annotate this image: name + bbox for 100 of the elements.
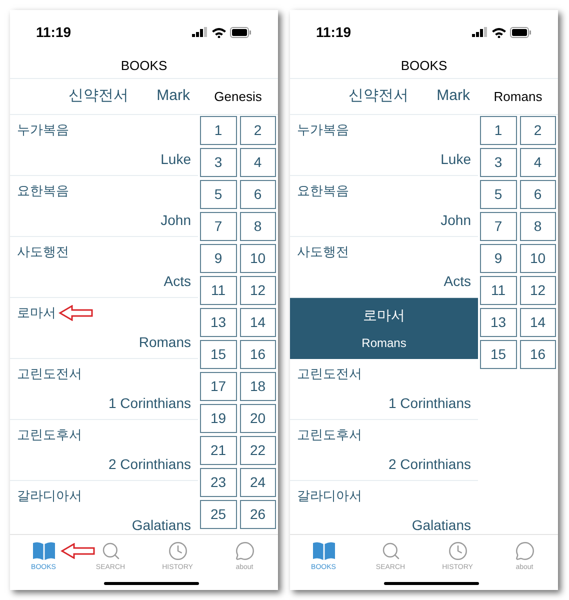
chapter-button[interactable]: 8 — [520, 212, 556, 241]
chapter-button[interactable]: 23 — [200, 468, 236, 497]
chapter-button[interactable]: 12 — [240, 276, 276, 305]
english-book-name: Luke — [160, 150, 191, 169]
chapter-button[interactable]: 10 — [240, 244, 276, 273]
chapter-button[interactable]: 9 — [480, 244, 516, 273]
chapter-button[interactable]: 12 — [520, 276, 556, 305]
book-row[interactable]: 누가복음 Luke — [10, 115, 198, 176]
chapter-button[interactable]: 6 — [520, 180, 556, 209]
chapter-button[interactable]: 19 — [200, 404, 236, 433]
book-icon — [32, 541, 56, 561]
book-row[interactable]: 고린도후서 2 Corinthians — [10, 420, 198, 481]
battery-icon — [510, 26, 532, 38]
screen-title: BOOKS — [400, 57, 448, 76]
search-icon — [100, 541, 120, 561]
korean-book-name: 사도행전 — [297, 243, 349, 261]
chapter-button[interactable]: 14 — [520, 308, 556, 337]
chapter-button[interactable]: 18 — [240, 372, 276, 401]
korean-book-name: 사도행전 — [17, 243, 69, 261]
book-icon — [312, 541, 336, 561]
english-book-name: Luke — [440, 150, 471, 169]
english-book-name: Galatians — [132, 516, 191, 534]
book-row[interactable]: 누가복음 Luke — [290, 115, 478, 176]
screen-title: BOOKS — [120, 57, 168, 76]
english-book-name: Romans — [138, 333, 191, 352]
english-book-name: John — [440, 211, 471, 230]
chapter-button[interactable]: 5 — [200, 180, 236, 209]
chapter-button[interactable]: 21 — [200, 436, 236, 465]
wifi-icon — [212, 26, 226, 38]
search-icon — [380, 541, 400, 561]
chapter-button[interactable]: 26 — [240, 500, 276, 529]
testament-label: 신약전서 — [68, 86, 129, 106]
chapter-button[interactable]: 4 — [240, 148, 276, 177]
chapter-button[interactable]: 13 — [480, 308, 516, 337]
book-row[interactable]: 고린도전서 1 Corinthians — [10, 359, 198, 420]
chapter-button[interactable]: 11 — [480, 276, 516, 305]
chapter-button[interactable]: 2 — [520, 116, 556, 145]
korean-book-name: 갈라디아서 — [17, 487, 82, 505]
korean-book-name: 누가복음 — [297, 121, 349, 139]
chapter-button[interactable]: 5 — [480, 180, 516, 209]
chapter-button[interactable]: 3 — [200, 148, 236, 177]
chapter-button[interactable]: 16 — [240, 340, 276, 369]
chapter-button[interactable]: 14 — [240, 308, 276, 337]
book-row[interactable]: 고린도전서 1 Corinthians — [290, 359, 478, 420]
chapter-button[interactable]: 13 — [200, 308, 236, 337]
english-book-name: 2 Corinthians — [388, 455, 471, 474]
signal-icon — [472, 27, 488, 37]
current-book: Mark — [436, 86, 470, 106]
testament-label: 신약전서 — [348, 86, 409, 106]
korean-book-name: 누가복음 — [17, 121, 69, 139]
clock-icon — [448, 541, 468, 561]
chapter-button[interactable]: 1 — [480, 116, 516, 145]
chapter-button[interactable]: 17 — [200, 372, 236, 401]
chapter-button[interactable]: 15 — [200, 340, 236, 369]
chapter-button[interactable]: 11 — [200, 276, 236, 305]
korean-book-name: 요한복음 — [17, 182, 69, 200]
chapter-button[interactable]: 22 — [240, 436, 276, 465]
korean-book-name: 고린도후서 — [17, 426, 82, 444]
status-time: 11:19 — [36, 22, 72, 42]
korean-book-name: 갈라디아서 — [297, 487, 362, 505]
korean-book-name: 고린도전서 — [17, 365, 82, 383]
battery-icon — [230, 26, 252, 38]
english-book-name: Acts — [444, 272, 471, 291]
english-book-name: Galatians — [412, 516, 471, 534]
book-row[interactable]: 요한복음 John — [290, 176, 478, 237]
chapter-button[interactable]: 15 — [480, 340, 516, 369]
chapter-button[interactable]: 7 — [480, 212, 516, 241]
book-row[interactable]: 사도행전 Acts — [10, 237, 198, 298]
korean-book-name: 로마서 — [17, 304, 56, 322]
chapter-button[interactable]: 20 — [240, 404, 276, 433]
korean-book-name: 고린도전서 — [297, 365, 362, 383]
chapter-button[interactable]: 6 — [240, 180, 276, 209]
english-book-name: John — [160, 211, 191, 230]
korean-book-name: 로마서 — [363, 306, 405, 325]
chapter-button[interactable]: 9 — [200, 244, 236, 273]
english-book-name: 1 Corinthians — [108, 394, 191, 413]
chapter-button[interactable]: 3 — [480, 148, 516, 177]
book-row[interactable]: 로마서 Romans — [10, 298, 198, 359]
chapter-button[interactable]: 7 — [200, 212, 236, 241]
book-row[interactable]: 요한복음 John — [10, 176, 198, 237]
chapter-button[interactable]: 2 — [240, 116, 276, 145]
chapter-button[interactable]: 10 — [520, 244, 556, 273]
wifi-icon — [492, 26, 506, 38]
chapter-button[interactable]: 8 — [240, 212, 276, 241]
chapter-button[interactable]: 16 — [520, 340, 556, 369]
chapter-button[interactable]: 4 — [520, 148, 556, 177]
book-row[interactable]: 로마서 Romans — [290, 298, 478, 359]
book-row[interactable]: 고린도후서 2 Corinthians — [290, 420, 478, 481]
korean-book-name: 요한복음 — [297, 182, 349, 200]
english-book-name: Acts — [164, 272, 191, 291]
speech-bubble-icon — [514, 541, 534, 561]
clock-icon — [168, 541, 188, 561]
chapter-button[interactable]: 1 — [200, 116, 236, 145]
chapter-button[interactable]: 25 — [200, 500, 236, 529]
english-book-name: Romans — [362, 335, 406, 352]
speech-bubble-icon — [234, 541, 254, 561]
english-book-name: 2 Corinthians — [108, 455, 191, 474]
chapter-book-title: Genesis — [214, 88, 262, 106]
chapter-button[interactable]: 24 — [240, 468, 276, 497]
english-book-name: 1 Corinthians — [388, 394, 471, 413]
